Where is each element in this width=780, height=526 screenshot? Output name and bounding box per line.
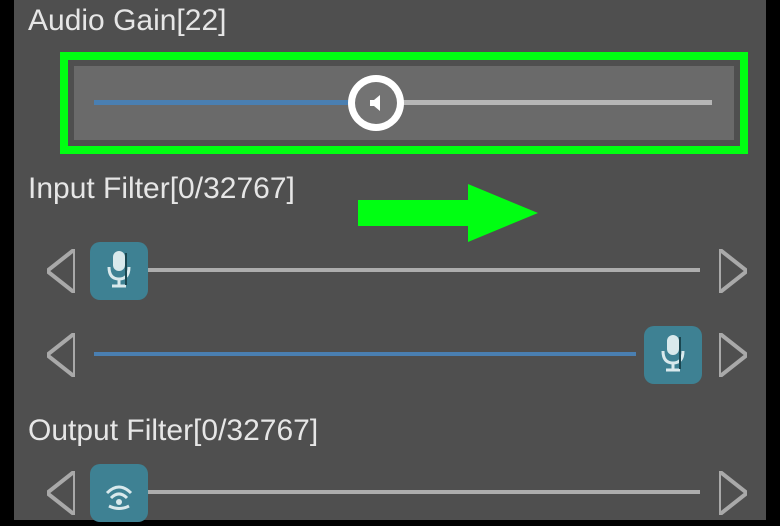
input-filter-low-row [38,238,756,304]
output-filter-label: Output Filter[0/32767] [14,410,318,448]
mic-icon [102,249,136,294]
input-filter-low-thumb[interactable] [90,242,148,300]
input-filter-label: Input Filter[0/32767] [14,168,295,206]
decrement-button[interactable] [38,241,84,301]
speaker-icon [355,82,397,124]
broadcast-icon [99,471,139,516]
settings-panel: Audio Gain[22] Input Filter[0/32767] [14,0,766,520]
input-filter-low-slider[interactable] [84,238,710,304]
output-filter-low-row [38,460,756,526]
audio-gain-slider[interactable] [74,66,734,140]
input-filter-high-slider[interactable] [84,322,710,388]
increment-button[interactable] [710,325,756,385]
decrement-button[interactable] [38,463,84,523]
increment-button[interactable] [710,241,756,301]
increment-button[interactable] [710,463,756,523]
output-filter-low-slider[interactable] [84,460,710,526]
slider-track [94,268,700,272]
audio-gain-thumb[interactable] [348,75,404,131]
slider-track [94,490,700,494]
audio-gain-label: Audio Gain[22] [14,0,766,38]
decrement-button[interactable] [38,325,84,385]
output-filter-low-thumb[interactable] [90,464,148,522]
input-filter-high-thumb[interactable] [644,326,702,384]
slider-track-empty [374,100,712,105]
input-filter-high-row [38,322,756,388]
mic-icon [656,333,690,378]
slider-track-filled [94,352,636,356]
slider-track-filled [94,100,374,105]
